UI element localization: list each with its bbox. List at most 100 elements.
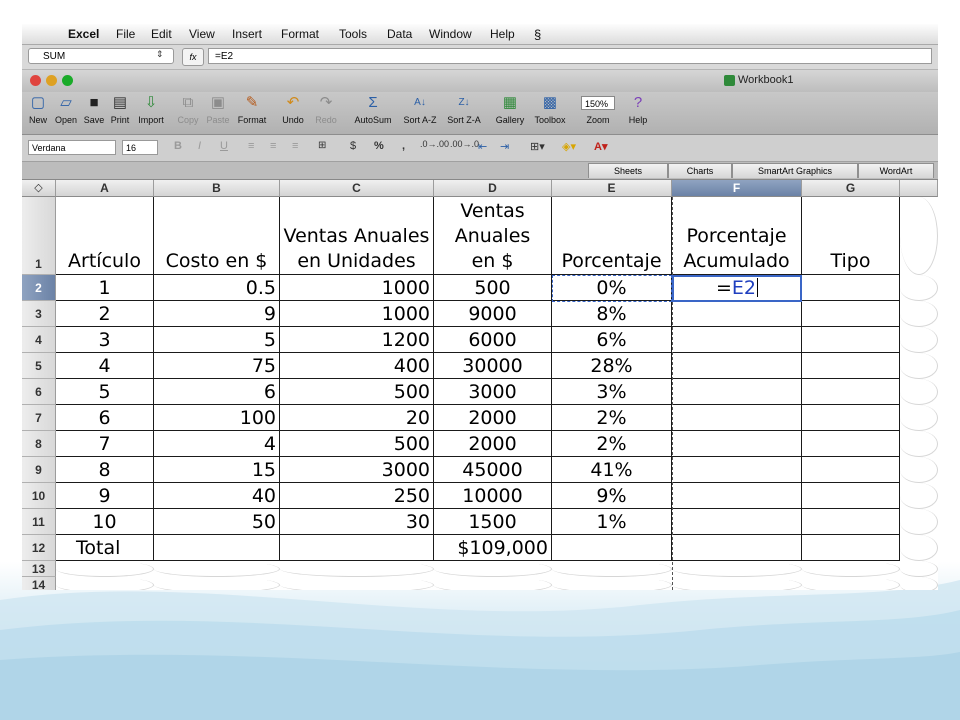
- cell-d13[interactable]: [434, 561, 552, 577]
- cell-e12[interactable]: [552, 535, 672, 561]
- cell-b13[interactable]: [154, 561, 280, 577]
- cell-h14[interactable]: [900, 577, 938, 590]
- cell-d6[interactable]: 3000: [434, 379, 552, 405]
- row-header-5[interactable]: 5: [22, 353, 56, 379]
- column-header-c[interactable]: C: [280, 180, 434, 197]
- cell-a11[interactable]: 10: [56, 509, 154, 535]
- font-size-select[interactable]: 16: [122, 140, 158, 155]
- cell-g12[interactable]: [802, 535, 900, 561]
- cell-b4[interactable]: 5: [154, 327, 280, 353]
- cell-b6[interactable]: 6: [154, 379, 280, 405]
- gallery-button[interactable]: ▦ Gallery: [492, 94, 528, 125]
- cell-g2[interactable]: [802, 275, 900, 301]
- zoom-control[interactable]: 150% Zoom: [576, 94, 620, 125]
- cell-c3[interactable]: 1000: [280, 301, 434, 327]
- align-center-icon[interactable]: ≡: [270, 140, 276, 152]
- cell-d2[interactable]: 500: [434, 275, 552, 301]
- active-cell-f2[interactable]: =E2: [672, 275, 802, 302]
- cell-g1[interactable]: Tipo: [802, 197, 900, 275]
- cell-a4[interactable]: 3: [56, 327, 154, 353]
- row-header-11[interactable]: 11: [22, 509, 56, 535]
- menu-window[interactable]: Window: [429, 27, 472, 41]
- function-button[interactable]: fx: [182, 48, 204, 66]
- open-button[interactable]: ▱ Open: [52, 94, 80, 125]
- bold-button[interactable]: B: [174, 140, 182, 152]
- cell-h13[interactable]: [900, 561, 938, 577]
- cell-f1[interactable]: Porcentaje Acumulado: [672, 197, 802, 275]
- cell-e6[interactable]: 3%: [552, 379, 672, 405]
- cell-f9[interactable]: [672, 457, 802, 483]
- column-header-h[interactable]: [900, 180, 938, 197]
- cell-e4[interactable]: 6%: [552, 327, 672, 353]
- cell-c5[interactable]: 400: [280, 353, 434, 379]
- cell-a13[interactable]: [56, 561, 154, 577]
- cell-b10[interactable]: 40: [154, 483, 280, 509]
- sort-descending-button[interactable]: Z↓ Sort Z-A: [442, 94, 486, 125]
- help-button[interactable]: ? Help: [626, 94, 650, 125]
- autosum-button[interactable]: Σ AutoSum: [350, 94, 396, 125]
- column-header-d[interactable]: D: [434, 180, 552, 197]
- row-header-9[interactable]: 9: [22, 457, 56, 483]
- cell-b2[interactable]: 0.5: [154, 275, 280, 301]
- cell-f12[interactable]: [672, 535, 802, 561]
- percent-button[interactable]: %: [374, 140, 384, 152]
- cell-b12[interactable]: [154, 535, 280, 561]
- zoom-window-icon[interactable]: [62, 75, 73, 86]
- cell-e14[interactable]: [552, 577, 672, 590]
- cell-c8[interactable]: 500: [280, 431, 434, 457]
- borders-icon[interactable]: ⊞▾: [530, 140, 545, 153]
- cell-g8[interactable]: [802, 431, 900, 457]
- cell-d7[interactable]: 2000: [434, 405, 552, 431]
- cell-a3[interactable]: 2: [56, 301, 154, 327]
- cell-h4[interactable]: [900, 327, 938, 353]
- cell-f6[interactable]: [672, 379, 802, 405]
- zoom-select[interactable]: 150%: [581, 96, 615, 110]
- cell-g13[interactable]: [802, 561, 900, 577]
- cell-a7[interactable]: 6: [56, 405, 154, 431]
- cell-e3[interactable]: 8%: [552, 301, 672, 327]
- cell-b9[interactable]: 15: [154, 457, 280, 483]
- tab-wordart[interactable]: WordArt: [858, 163, 934, 178]
- cell-g14[interactable]: [802, 577, 900, 590]
- cell-h5[interactable]: [900, 353, 938, 379]
- cell-h2[interactable]: [900, 275, 938, 301]
- cell-a8[interactable]: 7: [56, 431, 154, 457]
- tab-charts[interactable]: Charts: [668, 163, 732, 178]
- cell-d10[interactable]: 10000: [434, 483, 552, 509]
- cell-c13[interactable]: [280, 561, 434, 577]
- cell-g7[interactable]: [802, 405, 900, 431]
- cell-b14[interactable]: [154, 577, 280, 590]
- name-box-stepper-icon[interactable]: ⇕: [156, 49, 164, 60]
- cell-b11[interactable]: 50: [154, 509, 280, 535]
- cell-c11[interactable]: 30: [280, 509, 434, 535]
- cell-edit-text[interactable]: =E2: [674, 277, 800, 300]
- comma-button[interactable]: ,: [402, 140, 405, 152]
- cell-c7[interactable]: 20: [280, 405, 434, 431]
- row-header-10[interactable]: 10: [22, 483, 56, 509]
- cell-b3[interactable]: 9: [154, 301, 280, 327]
- cell-g9[interactable]: [802, 457, 900, 483]
- name-box[interactable]: SUM: [28, 48, 174, 64]
- decrease-decimal-icon[interactable]: .00→.0: [450, 139, 479, 149]
- cell-a12-total-label[interactable]: Total: [56, 535, 154, 561]
- cell-e5[interactable]: 28%: [552, 353, 672, 379]
- cell-h9[interactable]: [900, 457, 938, 483]
- cell-a9[interactable]: 8: [56, 457, 154, 483]
- new-button[interactable]: ▢ New: [26, 94, 50, 125]
- cell-h10[interactable]: [900, 483, 938, 509]
- cell-a6[interactable]: 5: [56, 379, 154, 405]
- cell-c9[interactable]: 3000: [280, 457, 434, 483]
- minimize-window-icon[interactable]: [46, 75, 57, 86]
- cell-h8[interactable]: [900, 431, 938, 457]
- menu-tools[interactable]: Tools: [339, 27, 367, 41]
- align-left-icon[interactable]: ≡: [248, 140, 254, 152]
- cell-f4[interactable]: [672, 327, 802, 353]
- align-right-icon[interactable]: ≡: [292, 140, 298, 152]
- cell-d4[interactable]: 6000: [434, 327, 552, 353]
- cell-h12[interactable]: [900, 535, 938, 561]
- cell-h1[interactable]: [900, 197, 938, 275]
- column-header-a[interactable]: A: [56, 180, 154, 197]
- menu-excel[interactable]: Excel: [68, 27, 99, 41]
- cell-a1[interactable]: Artículo: [56, 197, 154, 275]
- cell-f13[interactable]: [672, 561, 802, 577]
